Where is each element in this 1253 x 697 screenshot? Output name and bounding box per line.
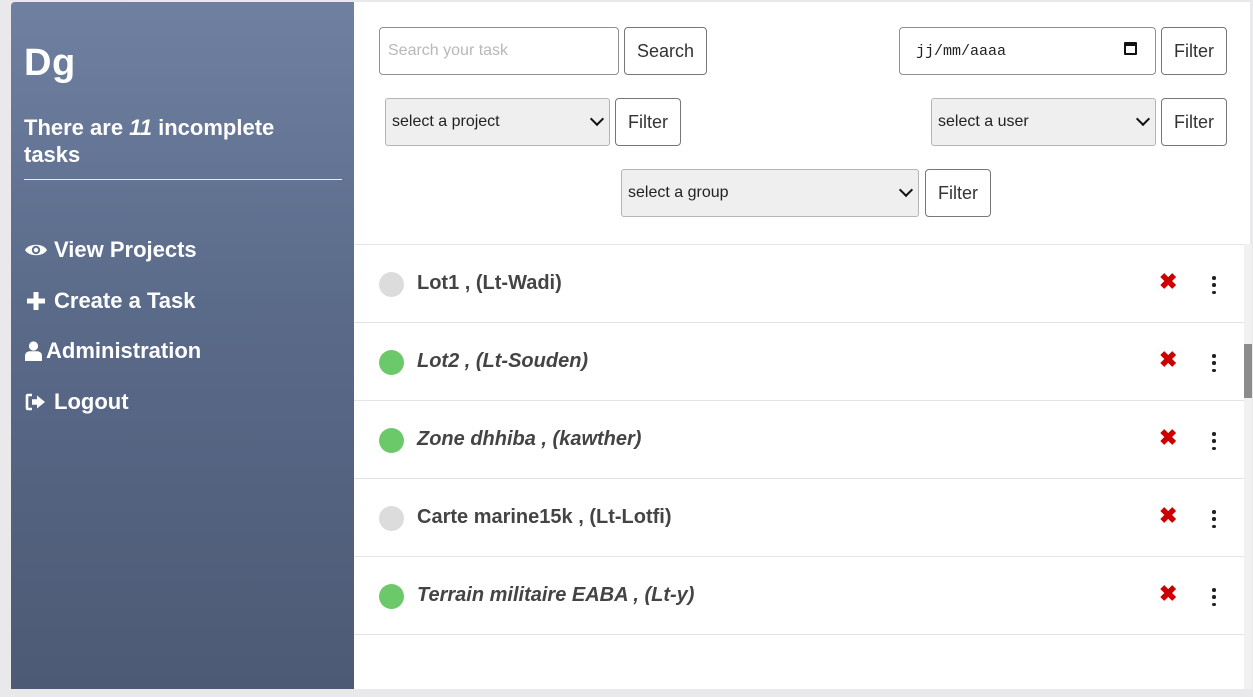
nav-administration[interactable]: Administration: [24, 335, 201, 367]
scrollbar[interactable]: [1244, 244, 1252, 689]
nav-administration-label: Administration: [46, 338, 202, 363]
nav-view-projects[interactable]: View Projects: [24, 234, 201, 266]
date-filter-button[interactable]: Filter: [1161, 27, 1227, 75]
scrollbar-thumb[interactable]: [1244, 344, 1252, 398]
status-indicator[interactable]: [379, 350, 404, 375]
chevron-down-icon: [1135, 111, 1151, 127]
task-title[interactable]: Zone dhhiba , (kawther): [417, 428, 641, 451]
logout-icon: [24, 391, 48, 413]
sidebar-nav: View Projects Create a Task Administrati…: [24, 234, 201, 436]
delete-icon[interactable]: ✖: [1159, 581, 1177, 607]
chevron-down-icon: [898, 182, 914, 198]
incomplete-count: 11: [129, 115, 153, 140]
nav-view-projects-label: View Projects: [54, 237, 197, 262]
delete-icon[interactable]: ✖: [1159, 503, 1177, 529]
plus-icon: [24, 290, 48, 312]
calendar-icon[interactable]: [1124, 42, 1137, 55]
date-input[interactable]: jj/mm/aaaa: [899, 27, 1156, 75]
nav-logout[interactable]: Logout: [24, 386, 201, 418]
date-input-value: jj/mm/aaaa: [916, 42, 1007, 60]
group-select-value: select a group: [628, 184, 729, 201]
more-options-icon[interactable]: [1206, 432, 1222, 450]
nav-create-task-label: Create a Task: [54, 287, 196, 313]
eye-icon: [24, 239, 48, 261]
status-indicator[interactable]: [379, 506, 404, 531]
delete-icon[interactable]: ✖: [1159, 269, 1177, 295]
task-title[interactable]: Carte marine15k , (Lt-Lotfi): [417, 506, 671, 529]
search-button[interactable]: Search: [624, 27, 707, 75]
task-row[interactable]: Lot1 , (Lt-Wadi) ✖: [354, 245, 1244, 323]
brand-title: Dg: [24, 42, 76, 84]
summary-prefix: There are: [24, 115, 130, 140]
user-filter-button[interactable]: Filter: [1161, 98, 1227, 146]
group-filter-button[interactable]: Filter: [925, 169, 991, 217]
task-row[interactable]: Zone dhhiba , (kawther) ✖: [354, 401, 1244, 479]
sidebar: Dg There are 11 incomplete tasks View Pr…: [11, 2, 354, 689]
project-select-value: select a project: [392, 113, 500, 130]
task-row[interactable]: Carte marine15k , (Lt-Lotfi) ✖: [354, 479, 1244, 557]
user-icon: [24, 340, 42, 362]
group-select[interactable]: select a group: [621, 169, 919, 217]
incomplete-summary: There are 11 incomplete tasks: [24, 114, 324, 168]
user-select[interactable]: select a user: [931, 98, 1156, 146]
main-panel: Search jj/mm/aaaa Filter select a projec…: [354, 2, 1252, 689]
delete-icon[interactable]: ✖: [1159, 425, 1177, 451]
nav-create-task[interactable]: Create a Task: [24, 285, 201, 317]
task-title[interactable]: Lot2 , (Lt-Souden): [417, 350, 588, 373]
more-options-icon[interactable]: [1206, 588, 1222, 606]
task-row[interactable]: Terrain militaire EABA , (Lt-y) ✖: [354, 557, 1244, 635]
task-row[interactable]: Lot2 , (Lt-Souden) ✖: [354, 323, 1244, 401]
more-options-icon[interactable]: [1206, 276, 1222, 294]
status-indicator[interactable]: [379, 272, 404, 297]
project-select[interactable]: select a project: [385, 98, 610, 146]
delete-icon[interactable]: ✖: [1159, 347, 1177, 373]
search-input[interactable]: [379, 27, 619, 75]
nav-logout-label: Logout: [54, 388, 129, 414]
chevron-down-icon: [589, 111, 605, 127]
more-options-icon[interactable]: [1206, 510, 1222, 528]
task-title[interactable]: Lot1 , (Lt-Wadi): [417, 272, 562, 295]
status-indicator[interactable]: [379, 584, 404, 609]
more-options-icon[interactable]: [1206, 354, 1222, 372]
user-select-value: select a user: [938, 113, 1029, 130]
status-indicator[interactable]: [379, 428, 404, 453]
project-filter-button[interactable]: Filter: [615, 98, 681, 146]
task-title[interactable]: Terrain militaire EABA , (Lt-y): [417, 584, 694, 607]
sidebar-divider: [24, 179, 342, 180]
